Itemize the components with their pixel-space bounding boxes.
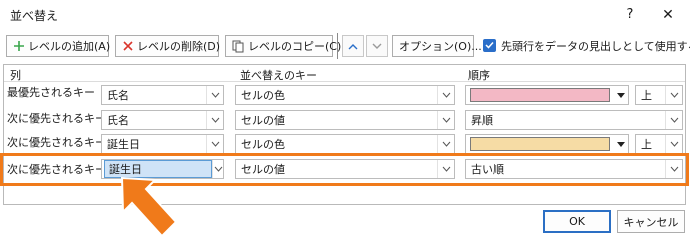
chevron-down-icon [437,86,454,104]
chevron-up-icon [348,40,358,53]
color-swatch [470,137,610,151]
column-select[interactable]: 氏名 [101,110,224,130]
position-select-value: 上 [641,89,652,102]
column-select-value: 誕生日 [107,138,140,151]
arrow-annotation-icon [120,176,178,238]
chevron-down-icon [206,111,223,129]
sort-on-select[interactable]: セルの値 [235,110,455,130]
help-button[interactable]: ? [618,3,642,27]
move-down-button[interactable] [366,35,388,57]
chevron-down-icon [206,135,223,153]
caret-down-icon [614,134,628,154]
caret-down-icon [614,85,628,105]
row-label: 次に優先されるキー [7,136,106,149]
toolbar-separator [337,33,338,59]
chevron-down-icon [437,111,454,129]
order-select[interactable]: 昇順 [465,110,683,130]
column-select-value: 氏名 [107,114,129,127]
add-level-button[interactable]: レベルの追加(A) [6,35,111,57]
delete-x-icon [122,40,134,52]
column-select[interactable]: 氏名 [101,85,224,105]
options-button[interactable]: オプション(O)... [392,35,482,57]
column-select[interactable]: 誕生日 [101,134,224,154]
dialog-title: 並べ替え [10,9,59,23]
close-button[interactable]: ✕ [656,3,680,27]
sort-on-select-value: セルの値 [241,114,285,127]
header-divider [4,81,685,82]
column-select-value: 氏名 [107,89,129,102]
row-label: 最優先されるキー [7,86,95,99]
copy-icon [232,40,245,53]
row-label: 次に優先されるキー [7,112,106,125]
position-select[interactable]: 上 [635,134,683,154]
position-select-value: 上 [641,138,652,151]
sort-on-select[interactable]: セルの色 [235,85,455,105]
sort-on-select-value: セルの色 [241,138,285,151]
chevron-down-icon [665,86,682,104]
header-checkbox[interactable] [483,39,496,52]
move-up-button[interactable] [342,35,364,57]
header-checkbox-label[interactable]: 先頭行をデータの見出しとして使用する(H) [501,38,690,54]
color-swatch [470,88,610,102]
options-label: オプション(O)... [399,40,482,53]
sort-on-select-value: セルの色 [241,89,285,102]
delete-level-button[interactable]: レベルの削除(D) [115,35,221,57]
copy-level-label: レベルのコピー(C) [248,40,342,53]
position-select[interactable]: 上 [635,85,683,105]
check-icon [485,39,494,52]
plus-icon [13,40,25,52]
cancel-button[interactable]: キャンセル [617,210,685,233]
chevron-down-icon [665,135,682,153]
color-order-select[interactable] [465,134,629,154]
copy-level-button[interactable]: レベルのコピー(C) [225,35,341,57]
title-bar [0,0,690,30]
chevron-down-icon [437,135,454,153]
chevron-down-icon [206,86,223,104]
ok-button[interactable]: OK [543,210,611,233]
sort-on-select[interactable]: セルの色 [235,134,455,154]
order-select-value: 昇順 [471,114,493,127]
color-order-select[interactable] [465,85,629,105]
chevron-down-icon [372,40,382,53]
chevron-down-icon [665,111,682,129]
add-level-label: レベルの追加(A) [28,40,111,53]
delete-level-label: レベルの削除(D) [137,40,221,53]
highlight-frame [0,153,689,186]
